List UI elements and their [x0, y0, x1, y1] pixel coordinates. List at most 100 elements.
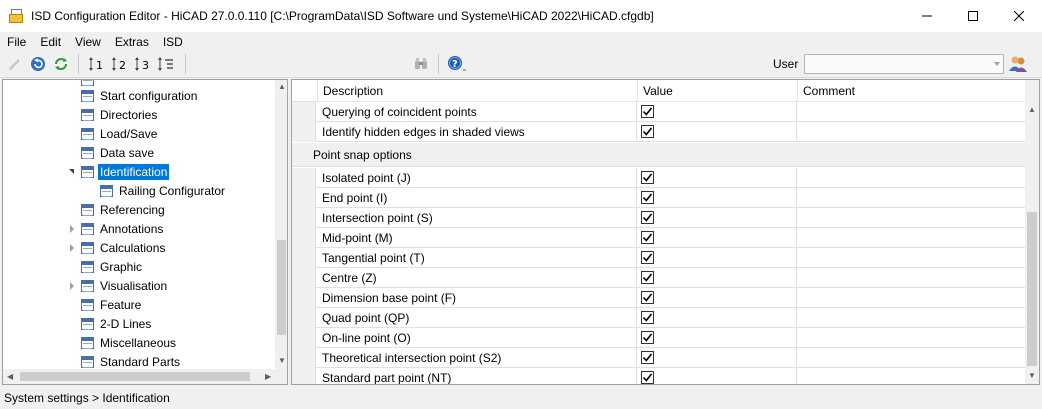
expand-icon[interactable] — [67, 281, 76, 290]
grid-vscroll-thumb[interactable] — [1027, 212, 1037, 366]
comment-cell[interactable] — [797, 122, 1025, 142]
scroll-down-icon[interactable]: ▼ — [1028, 371, 1036, 380]
column-value[interactable]: Value — [637, 80, 797, 102]
level-3-button[interactable]: 3 — [132, 53, 154, 75]
table-row[interactable]: Theoretical intersection point (S2) — [292, 348, 1025, 368]
title-bar[interactable]: ISD Configuration Editor - HiCAD 27.0.0.… — [0, 0, 1042, 32]
tree-item-calculations[interactable]: Calculations — [69, 238, 167, 257]
table-row[interactable]: Identify hidden edges in shaded views — [292, 122, 1025, 142]
value-checkbox[interactable] — [641, 311, 654, 324]
tree-item-data-save[interactable]: Data save — [81, 143, 156, 162]
comment-cell[interactable] — [797, 248, 1025, 268]
tree-hscroll-thumb[interactable] — [20, 372, 250, 381]
grid-vertical-scrollbar[interactable]: ▲ ▼ — [1025, 80, 1039, 384]
value-checkbox[interactable] — [641, 191, 654, 204]
column-comment[interactable]: Comment — [797, 80, 1025, 102]
collapse-icon[interactable] — [67, 167, 76, 176]
tree-item-feature[interactable]: Feature — [81, 295, 143, 314]
table-row[interactable]: On-line point (O) — [292, 328, 1025, 348]
value-checkbox[interactable] — [641, 125, 654, 138]
table-row[interactable]: Standard part point (NT) — [292, 368, 1025, 384]
comment-cell[interactable] — [797, 228, 1025, 248]
table-row[interactable]: Centre (Z) — [292, 268, 1025, 288]
tree-item-railing-configurator[interactable]: Railing Configurator — [100, 181, 227, 200]
scroll-left-icon[interactable]: ◀ — [7, 372, 13, 381]
value-checkbox[interactable] — [641, 211, 654, 224]
edit-button[interactable] — [4, 53, 26, 75]
value-checkbox[interactable] — [641, 291, 654, 304]
settings-tree[interactable]: Start configuration Directories Load/Save D… — [2, 79, 288, 385]
row-header[interactable] — [292, 168, 316, 188]
comment-cell[interactable] — [797, 102, 1025, 122]
value-checkbox[interactable] — [641, 351, 654, 364]
row-header[interactable] — [292, 248, 316, 268]
value-checkbox[interactable] — [641, 371, 654, 384]
tree-item-directories[interactable]: Directories — [81, 105, 159, 124]
value-checkbox[interactable] — [641, 171, 654, 184]
value-checkbox[interactable] — [641, 251, 654, 264]
comment-cell[interactable] — [797, 168, 1025, 188]
user-select[interactable] — [804, 54, 1004, 74]
refresh-button[interactable] — [50, 53, 72, 75]
row-header[interactable] — [292, 348, 316, 368]
expand-icon[interactable] — [67, 224, 76, 233]
group-row-point-snap-options[interactable]: Point snap options — [292, 143, 1025, 167]
value-checkbox[interactable] — [641, 105, 654, 118]
value-checkbox[interactable] — [641, 271, 654, 284]
expand-all-button[interactable] — [155, 53, 177, 75]
row-header[interactable] — [292, 368, 316, 384]
level-1-button[interactable]: 1 — [86, 53, 108, 75]
menu-file[interactable]: File — [0, 35, 33, 49]
comment-cell[interactable] — [797, 328, 1025, 348]
close-button[interactable] — [996, 0, 1042, 32]
row-header[interactable] — [292, 208, 316, 228]
tree-item-graphic[interactable]: Graphic — [81, 257, 144, 276]
comment-cell[interactable] — [797, 208, 1025, 228]
maximize-button[interactable] — [950, 0, 996, 32]
table-row[interactable]: Mid-point (M) — [292, 228, 1025, 248]
table-row[interactable]: Isolated point (J) — [292, 168, 1025, 188]
level-2-button[interactable]: 2 — [109, 53, 131, 75]
table-row[interactable]: Intersection point (S) — [292, 208, 1025, 228]
users-button[interactable] — [1008, 54, 1028, 74]
scroll-right-icon[interactable]: ▶ — [265, 372, 271, 381]
column-description[interactable]: Description — [317, 80, 637, 102]
tree-item-miscellaneous[interactable]: Miscellaneous — [81, 333, 178, 352]
row-header[interactable] — [292, 188, 316, 208]
menu-isd[interactable]: ISD — [156, 35, 190, 49]
comment-cell[interactable] — [797, 308, 1025, 328]
value-checkbox[interactable] — [641, 331, 654, 344]
row-header[interactable] — [292, 228, 316, 248]
row-header[interactable] — [292, 268, 316, 288]
menu-extras[interactable]: Extras — [108, 35, 156, 49]
row-header[interactable] — [292, 122, 316, 142]
menu-edit[interactable]: Edit — [33, 35, 68, 49]
comment-cell[interactable] — [797, 368, 1025, 384]
tree-item-referencing[interactable]: Referencing — [81, 200, 167, 219]
comment-cell[interactable] — [797, 288, 1025, 308]
find-button[interactable] — [410, 53, 432, 75]
expand-icon[interactable] — [67, 243, 76, 252]
table-row[interactable]: Tangential point (T) — [292, 248, 1025, 268]
tree-item-2-d-lines[interactable]: 2-D Lines — [81, 314, 153, 333]
tree-item-start-configuration[interactable]: Start configuration — [81, 86, 199, 105]
tree-horizontal-scrollbar[interactable]: ◀ ▶ — [3, 369, 287, 384]
minimize-button[interactable] — [904, 0, 950, 32]
row-header[interactable] — [292, 328, 316, 348]
undo-button[interactable] — [27, 53, 49, 75]
help-button[interactable]: ? — [446, 53, 468, 75]
value-checkbox[interactable] — [641, 231, 654, 244]
table-row[interactable]: Quad point (QP) — [292, 308, 1025, 328]
table-row[interactable]: Querying of coincident points — [292, 102, 1025, 122]
tree-item-annotations[interactable]: Annotations — [69, 219, 165, 238]
comment-cell[interactable] — [797, 188, 1025, 208]
tree-vertical-scrollbar[interactable]: ▲ ▼ — [275, 80, 287, 369]
tree-vscroll-thumb[interactable] — [277, 240, 286, 335]
tree-item-visualisation[interactable]: Visualisation — [69, 276, 169, 295]
scroll-up-icon[interactable]: ▲ — [1028, 105, 1036, 114]
table-row[interactable]: Dimension base point (F) — [292, 288, 1025, 308]
row-header[interactable] — [292, 308, 316, 328]
tree-item-identification[interactable]: Identification — [69, 162, 170, 181]
row-header[interactable] — [292, 102, 316, 122]
scroll-up-icon[interactable]: ▲ — [278, 82, 286, 91]
